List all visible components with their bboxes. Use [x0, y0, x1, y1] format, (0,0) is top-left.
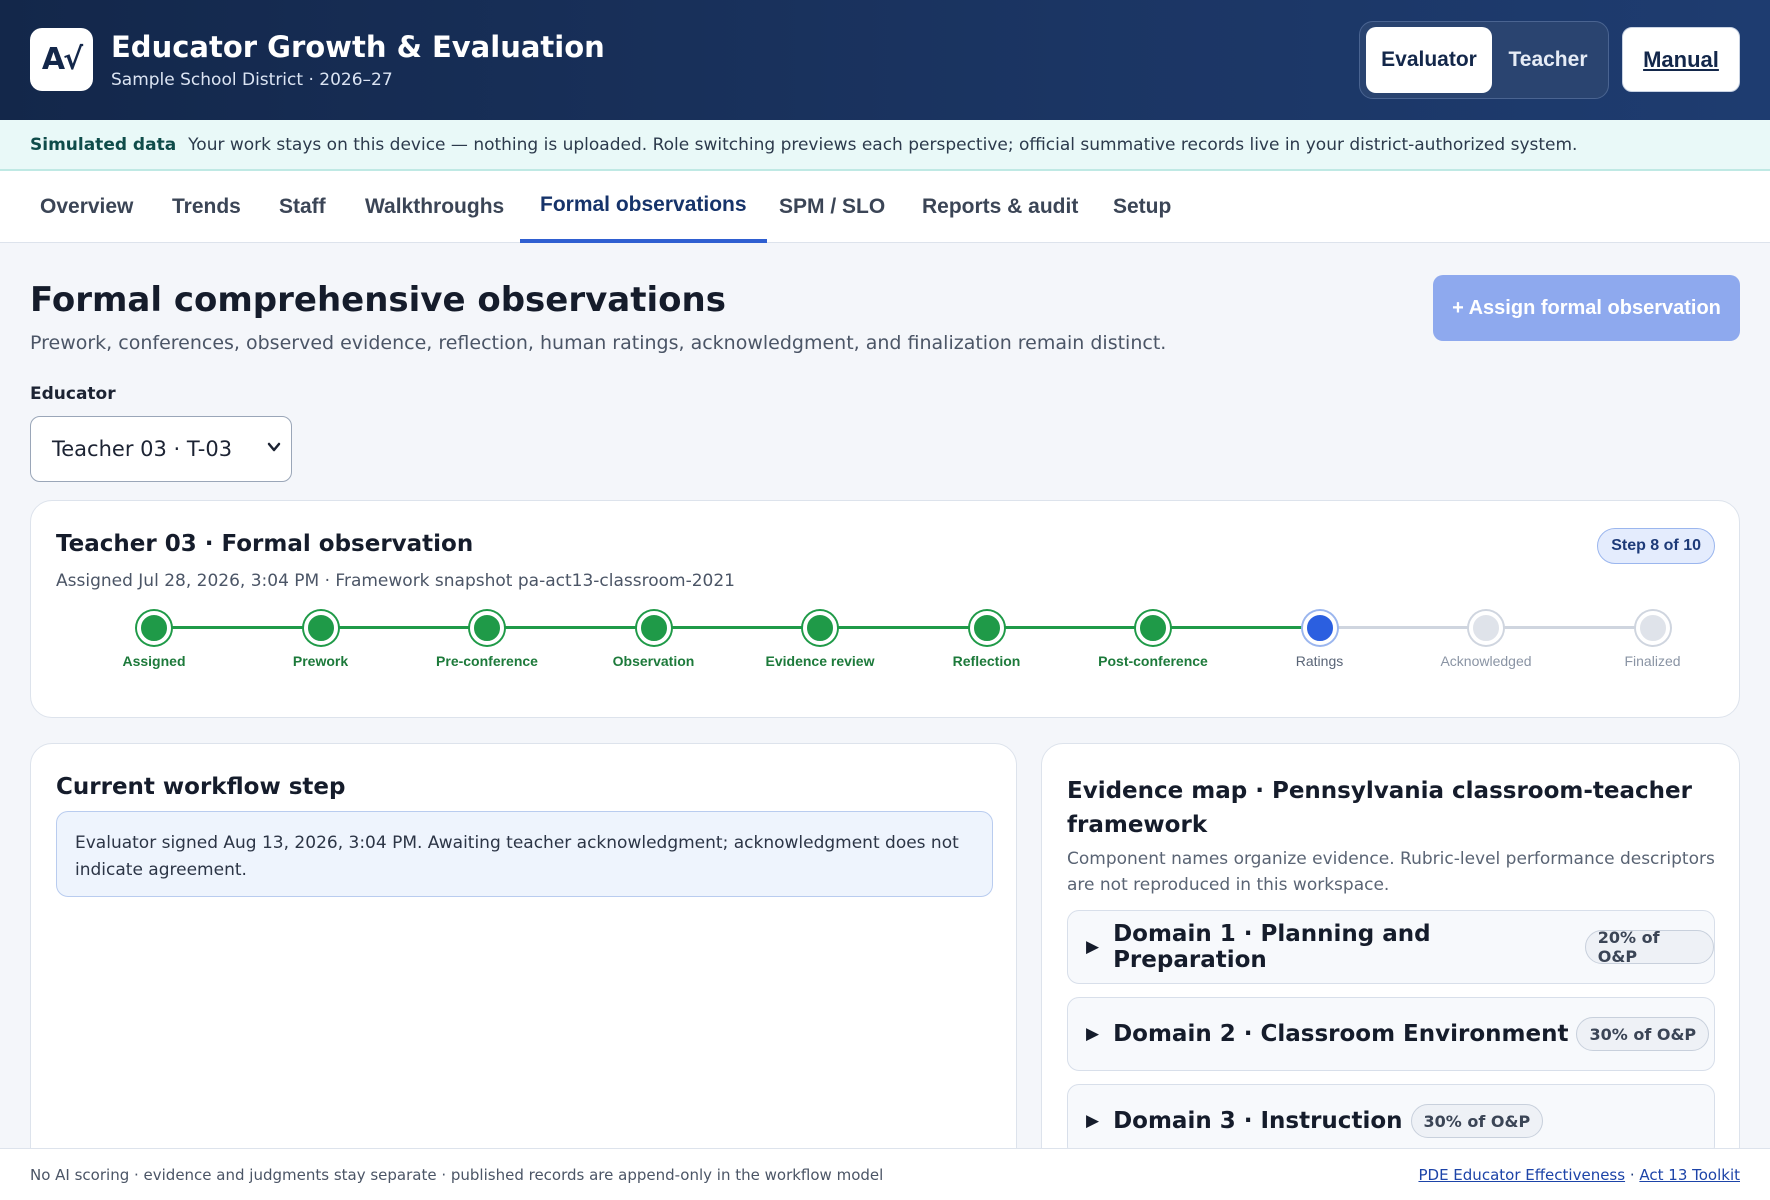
page-description: Prework, conferences, observed evidence,… — [30, 332, 1167, 354]
tab-reports-audit[interactable]: Reports & audit — [922, 171, 1078, 243]
app-subtitle: Sample School District · 2026–27 — [111, 70, 393, 90]
expand-triangle-icon: ▶ — [1086, 937, 1100, 956]
expand-triangle-icon: ▶ — [1086, 1111, 1100, 1130]
workflow-title: Current workflow step — [56, 774, 346, 800]
act-13-toolkit-link[interactable]: Act 13 Toolkit — [1639, 1166, 1740, 1184]
main-tabs: Overview Trends Staff Walkthroughs Forma… — [0, 171, 1770, 243]
step-label-acknowledged: Acknowledged — [1440, 653, 1532, 669]
step-dot-finalized — [1635, 611, 1670, 645]
step-label-prework: Prework — [292, 653, 349, 669]
simulated-data-banner: Simulated data Your work stays on this d… — [0, 120, 1770, 171]
step-label-observation: Observation — [612, 653, 695, 669]
banner-text: Your work stays on this device — nothing… — [188, 134, 1578, 155]
domain-name: Domain 3 · Instruction — [1113, 1108, 1403, 1134]
step-dot-acknowledged — [1469, 611, 1503, 645]
step-label-pre-conference: Pre-conference — [436, 653, 538, 669]
footer-separator: · — [1625, 1165, 1640, 1184]
step-dot-post-conference — [1136, 611, 1170, 645]
page-footer: No AI scoring · evidence and judgments s… — [0, 1148, 1770, 1200]
expand-triangle-icon: ▶ — [1086, 1024, 1100, 1043]
tab-staff[interactable]: Staff — [279, 171, 326, 243]
step-dot-evidence-review — [803, 611, 837, 645]
domain-3-accordion[interactable]: ▶ Domain 3 · Instruction 30% of O&P — [1067, 1084, 1715, 1158]
manual-button[interactable]: Manual — [1622, 27, 1740, 92]
step-dot-assigned — [137, 611, 171, 645]
domain-weight-badge: 30% of O&P — [1576, 1017, 1710, 1051]
stepper-connector — [487, 626, 654, 629]
pde-educator-effectiveness-link[interactable]: PDE Educator Effectiveness — [1418, 1166, 1625, 1184]
app-header: A√ Educator Growth & Evaluation Sample S… — [0, 0, 1770, 120]
step-dot-prework — [303, 611, 338, 645]
stepper-connector — [820, 626, 987, 629]
tab-overview[interactable]: Overview — [40, 171, 133, 243]
tab-trends[interactable]: Trends — [172, 171, 241, 243]
footer-links: PDE Educator Effectiveness · Act 13 Tool… — [1418, 1166, 1740, 1184]
tab-formal-observations[interactable]: Formal observations — [520, 171, 767, 243]
role-toggle: Evaluator Teacher — [1359, 21, 1609, 99]
page-title: Formal comprehensive observations — [30, 280, 726, 320]
domain-2-accordion[interactable]: ▶ Domain 2 · Classroom Environment 30% o… — [1067, 997, 1715, 1071]
stepper-connector — [1153, 626, 1320, 629]
stepper-connector — [653, 626, 820, 629]
step-dot-pre-conference — [470, 611, 504, 645]
footer-text: No AI scoring · evidence and judgments s… — [30, 1165, 884, 1184]
observation-card: Teacher 03 · Formal observation Assigned… — [30, 500, 1740, 718]
domain-weight-badge: 20% of O&P — [1584, 928, 1714, 966]
app-title: Educator Growth & Evaluation — [111, 30, 605, 64]
observation-title: Teacher 03 · Formal observation — [56, 531, 474, 557]
step-dot-ratings — [1302, 611, 1337, 645]
assign-formal-observation-button[interactable]: + Assign formal observation — [1433, 275, 1740, 341]
domain-1-accordion[interactable]: ▶ Domain 1 · Planning and Preparation 20… — [1067, 910, 1715, 984]
tab-walkthroughs[interactable]: Walkthroughs — [365, 171, 504, 243]
banner-label: Simulated data — [30, 134, 177, 155]
domain-name: Domain 2 · Classroom Environment — [1113, 1021, 1569, 1047]
stepper-connector — [986, 626, 1153, 629]
role-evaluator-button[interactable]: Evaluator — [1366, 27, 1492, 93]
evidence-map-title: Evidence map · Pennsylvania classroom-te… — [1067, 778, 1692, 838]
tab-setup[interactable]: Setup — [1113, 171, 1171, 243]
stepper-connector — [154, 626, 321, 629]
app-logo: A√ — [30, 28, 93, 91]
step-dot-reflection — [969, 611, 1004, 645]
step-label-evidence-review: Evidence review — [765, 653, 875, 669]
current-workflow-card: Current workflow step Evaluator signed A… — [30, 743, 1017, 1200]
step-label-finalized: Finalized — [1624, 653, 1681, 669]
evidence-map-card: Evidence map · Pennsylvania classroom-te… — [1041, 743, 1740, 1200]
educator-label: Educator — [30, 384, 116, 404]
domain-weight-badge: 30% of O&P — [1410, 1104, 1544, 1138]
domain-name: Domain 1 · Planning and Preparation — [1113, 921, 1431, 973]
step-badge: Step 8 of 10 — [1597, 528, 1715, 564]
stepper-connector — [320, 626, 487, 629]
step-dot-observation — [636, 611, 671, 645]
educator-select[interactable]: Teacher 03 · T-03 — [30, 416, 292, 482]
observation-subtitle: Assigned Jul 28, 2026, 3:04 PM · Framewo… — [56, 571, 735, 591]
stepper-connector — [1319, 626, 1486, 629]
role-teacher-button[interactable]: Teacher — [1492, 27, 1604, 93]
workflow-stepper: Assigned Prework Pre-conference Observation… — [31, 611, 1741, 681]
step-label-reflection: Reflection — [952, 653, 1021, 669]
evidence-map-description: Component names organize evidence. Rubri… — [1067, 849, 1715, 895]
step-label-ratings: Ratings — [1295, 653, 1344, 669]
step-label-post-conference: Post-conference — [1098, 653, 1208, 669]
stepper-connector — [1486, 626, 1653, 629]
chevron-down-icon — [267, 439, 281, 458]
educator-select-value: Teacher 03 · T-03 — [52, 437, 233, 461]
step-label-assigned: Assigned — [122, 653, 186, 669]
workflow-status-note: Evaluator signed Aug 13, 2026, 3:04 PM. … — [56, 811, 993, 897]
tab-spm-slo[interactable]: SPM / SLO — [779, 171, 885, 243]
